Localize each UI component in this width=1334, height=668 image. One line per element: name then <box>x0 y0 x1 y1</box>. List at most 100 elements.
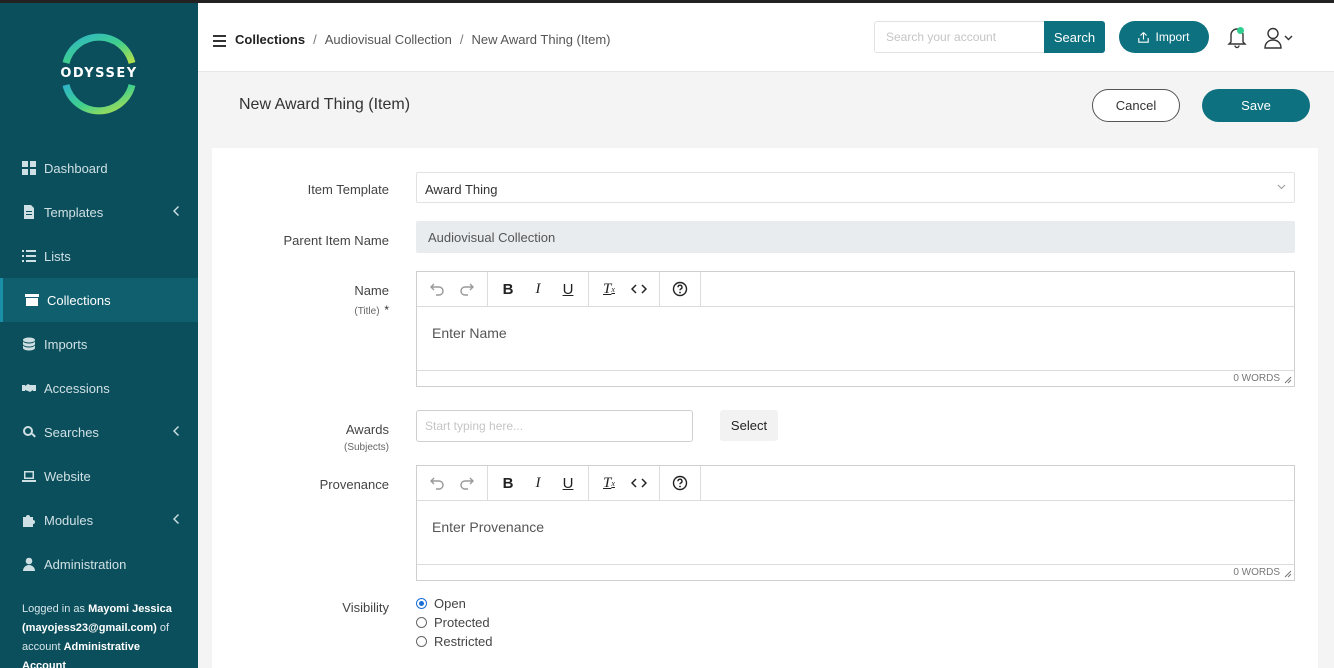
required-marker: * <box>384 303 389 317</box>
chevron-left-icon <box>172 513 180 525</box>
sidebar-item-lists[interactable]: Lists <box>0 234 198 278</box>
sidebar-item-label: Dashboard <box>44 160 108 176</box>
chevron-left-icon <box>172 205 180 217</box>
editor-toolbar: B I U Tx <box>417 466 1294 501</box>
visibility-option-open[interactable]: Open <box>416 594 466 612</box>
editor-toolbar: B I U Tx <box>417 272 1294 307</box>
radio-button[interactable] <box>416 635 427 647</box>
toolbar-help-group <box>660 272 701 306</box>
provenance-editor-content[interactable]: Enter Provenance <box>417 501 1294 564</box>
logo-text: ODYSSEY <box>60 66 138 81</box>
cancel-button[interactable]: Cancel <box>1092 89 1180 122</box>
save-button[interactable]: Save <box>1202 89 1310 122</box>
sidebar-item-accessions[interactable]: Accessions <box>0 366 198 410</box>
sidebar-item-website[interactable]: Website <box>0 454 198 498</box>
item-template-select[interactable]: Award Thing <box>416 172 1295 203</box>
awards-label: Awards (Subjects) <box>229 422 389 453</box>
clear-format-icon[interactable]: Tx <box>597 277 621 301</box>
awards-input[interactable] <box>416 410 693 442</box>
bold-icon[interactable]: B <box>496 471 520 495</box>
awards-label-text: Awards <box>345 422 389 437</box>
hamburger-menu-icon[interactable] <box>213 35 226 47</box>
page-title: New Award Thing (Item) <box>239 96 411 113</box>
logged-in-info: Logged in as Mayomi Jessica (mayojess23@… <box>22 600 182 668</box>
search-button[interactable]: Search <box>1044 21 1105 53</box>
name-sublabel-text: (Title) <box>354 306 380 317</box>
notification-dot <box>1237 27 1244 34</box>
odyssey-logo[interactable]: ODYSSEY <box>58 33 140 115</box>
radio-button[interactable] <box>416 616 427 628</box>
awards-select-button[interactable]: Select <box>720 410 778 441</box>
underline-icon[interactable]: U <box>556 471 580 495</box>
sidebar-item-templates[interactable]: Templates <box>0 190 198 234</box>
archive-icon <box>25 293 39 307</box>
redo-icon[interactable] <box>455 277 479 301</box>
chevron-down-icon <box>1277 184 1286 190</box>
upload-icon <box>1138 31 1150 43</box>
undo-icon[interactable] <box>425 277 449 301</box>
provenance-label: Provenance <box>319 477 389 492</box>
italic-icon[interactable]: I <box>526 471 550 495</box>
sidebar-item-label: Administration <box>44 556 127 572</box>
code-icon[interactable] <box>627 277 651 301</box>
word-count-text: 0 WORDS <box>1233 373 1280 384</box>
breadcrumb-audiovisual-collection[interactable]: Audiovisual Collection <box>325 32 452 47</box>
redo-icon[interactable] <box>455 471 479 495</box>
code-icon[interactable] <box>627 471 651 495</box>
word-count-text: 0 WORDS <box>1233 567 1280 578</box>
radio-button-selected[interactable] <box>416 597 427 609</box>
bold-icon[interactable]: B <box>496 277 520 301</box>
import-button[interactable]: Import <box>1119 21 1209 53</box>
search-input[interactable] <box>874 21 1045 53</box>
visibility-option-label: Protected <box>434 614 490 630</box>
name-word-count: 0 WORDS <box>417 370 1294 386</box>
provenance-editor: B I U Tx Enter Provenance 0 WORDS <box>416 465 1295 581</box>
sidebar-item-label: Modules <box>44 512 94 528</box>
visibility-option-label: Open <box>434 595 466 611</box>
sidebar-item-label: Templates <box>44 204 104 220</box>
undo-icon[interactable] <box>425 471 449 495</box>
toolbar-misc-group: Tx <box>589 466 660 500</box>
toolbar-format-group: B I U <box>488 466 589 500</box>
resize-grip-icon[interactable] <box>1284 376 1292 384</box>
sidebar-item-imports[interactable]: Imports <box>0 322 198 366</box>
sidebar-item-dashboard[interactable]: Dashboard <box>0 146 198 190</box>
toolbar-misc-group: Tx <box>589 272 660 306</box>
toolbar-history-group <box>417 466 488 500</box>
name-label-text: Name <box>354 283 389 298</box>
sidebar-item-label: Collections <box>47 292 111 308</box>
underline-icon[interactable]: U <box>556 277 580 301</box>
italic-icon[interactable]: I <box>526 277 550 301</box>
search-icon <box>22 425 36 439</box>
awards-sublabel: (Subjects) <box>343 442 389 453</box>
chevron-left-icon <box>172 425 180 437</box>
file-icon <box>22 205 36 219</box>
help-icon[interactable] <box>668 471 692 495</box>
visibility-option-restricted[interactable]: Restricted <box>416 632 493 650</box>
sidebar-item-modules[interactable]: Modules <box>0 498 198 542</box>
sidebar: ODYSSEY Dashboard Templates Lists Collec… <box>0 0 198 668</box>
user-menu-icon[interactable] <box>1264 27 1298 49</box>
visibility-option-protected[interactable]: Protected <box>416 613 490 631</box>
logged-in-prefix: Logged in as <box>22 603 85 615</box>
toolbar-history-group <box>417 272 488 306</box>
user-icon <box>22 557 36 571</box>
window-top-border <box>0 0 1334 3</box>
clear-format-icon[interactable]: Tx <box>597 471 621 495</box>
parent-item-label: Parent Item Name <box>283 233 390 248</box>
name-editor-content[interactable]: Enter Name <box>417 307 1294 370</box>
resize-grip-icon[interactable] <box>1284 570 1292 578</box>
toolbar-help-group <box>660 466 701 500</box>
breadcrumb-collections[interactable]: Collections <box>235 32 305 47</box>
sidebar-item-collections[interactable]: Collections <box>0 278 198 322</box>
top-header: Collections / Audiovisual Collection / New A… <box>198 3 1334 72</box>
logged-in-email: (mayojess23@gmail.com) <box>22 622 157 634</box>
sidebar-item-searches[interactable]: Searches <box>0 410 198 454</box>
help-icon[interactable] <box>668 277 692 301</box>
database-icon <box>22 337 36 351</box>
sidebar-nav: Dashboard Templates Lists Collections Im… <box>0 146 198 586</box>
toolbar-format-group: B I U <box>488 272 589 306</box>
name-label: Name (Title) * <box>229 283 389 317</box>
sidebar-item-administration[interactable]: Administration <box>0 542 198 586</box>
provenance-word-count: 0 WORDS <box>417 564 1294 580</box>
